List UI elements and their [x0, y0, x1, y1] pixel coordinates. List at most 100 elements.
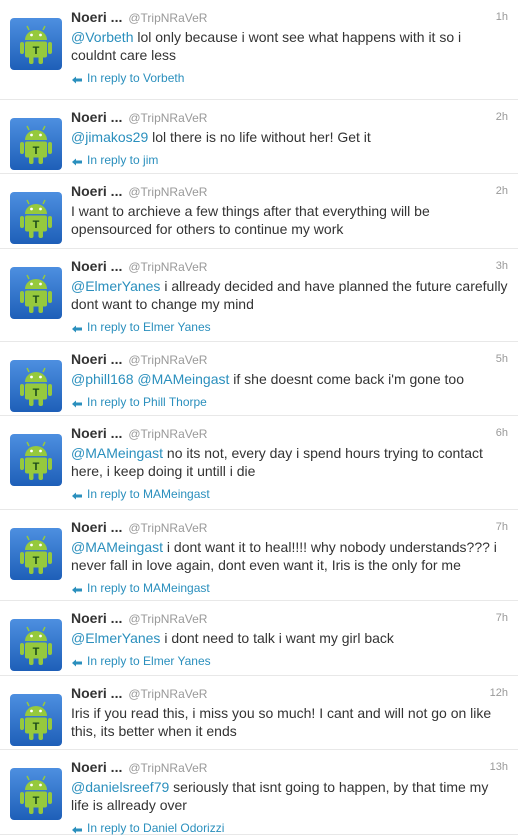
avatar[interactable]: T [10, 768, 62, 820]
timestamp[interactable]: 2h [496, 108, 508, 126]
tweet-item[interactable]: T Noeri ... @TripNRaVeR 13h @danielsreef79 s… [0, 750, 518, 835]
in-reply-to-link[interactable]: In reply to MAMeingast [71, 486, 508, 502]
tweet-header: Noeri ... @TripNRaVeR 7h [71, 609, 508, 627]
tweet-text: @MAMeingast i dont want it to heal!!!! w… [71, 538, 508, 574]
author-name[interactable]: Noeri ... [71, 183, 122, 199]
avatar[interactable]: T [10, 360, 62, 412]
author-name[interactable]: Noeri ... [71, 685, 122, 701]
avatar-letter: T [33, 145, 40, 157]
tweet-body: i dont need to talk i want my girl back [164, 630, 394, 646]
tweet-item[interactable]: T Noeri ... @TripNRaVeR 6h @MAMeingast no it… [0, 416, 518, 510]
mention-link[interactable]: @ElmerYanes [71, 278, 160, 294]
timestamp[interactable]: 2h [496, 182, 508, 200]
author-handle[interactable]: @TripNRaVeR [128, 11, 207, 25]
avatar-letter: T [33, 646, 40, 658]
reply-arrow-icon [72, 158, 82, 166]
tweet-header: Noeri ... @TripNRaVeR 5h [71, 350, 508, 368]
author-name[interactable]: Noeri ... [71, 519, 122, 535]
tweet-item[interactable]: T Noeri ... @TripNRaVeR 5h @phill168 @MAMein… [0, 342, 518, 416]
in-reply-to-link[interactable]: In reply to jim [71, 152, 508, 168]
in-reply-to-label[interactable]: In reply to Elmer Yanes [87, 319, 211, 335]
timestamp[interactable]: 7h [496, 609, 508, 627]
tweet-header: Noeri ... @TripNRaVeR 2h [71, 182, 508, 200]
in-reply-to-link[interactable]: In reply to Elmer Yanes [71, 319, 508, 335]
tweet-item[interactable]: T Noeri ... @TripNRaVeR 2h @jimakos29 lol th… [0, 100, 518, 174]
author-name[interactable]: Noeri ... [71, 258, 122, 274]
in-reply-to-label[interactable]: In reply to Daniel Odorizzi [87, 820, 224, 836]
tweet-item[interactable]: T Noeri ... @TripNRaVeR 2h I want to archiev… [0, 174, 518, 249]
author-handle[interactable]: @TripNRaVeR [128, 427, 207, 441]
author-name[interactable]: Noeri ... [71, 425, 122, 441]
timestamp[interactable]: 13h [490, 758, 508, 776]
tweet-item[interactable]: T Noeri ... @TripNRaVeR 12h Iris if you read… [0, 676, 518, 750]
mention-link[interactable]: @Vorbeth [71, 29, 133, 45]
author-handle[interactable]: @TripNRaVeR [128, 260, 207, 274]
avatar[interactable]: T [10, 118, 62, 170]
in-reply-to-label[interactable]: In reply to Phill Thorpe [87, 394, 207, 410]
tweet-content: Noeri ... @TripNRaVeR 13h @danielsreef79 se… [71, 758, 508, 836]
in-reply-to-link[interactable]: In reply to Daniel Odorizzi [71, 820, 508, 836]
timestamp[interactable]: 3h [496, 257, 508, 275]
tweet-item[interactable]: T Noeri ... @TripNRaVeR 7h @MAMeingast i don… [0, 510, 518, 601]
author-handle[interactable]: @TripNRaVeR [128, 185, 207, 199]
in-reply-to-link[interactable]: In reply to MAMeingast [71, 580, 508, 596]
avatar[interactable]: T [10, 619, 62, 671]
tweet-content: Noeri ... @TripNRaVeR 5h @phill168 @MAMeing… [71, 350, 508, 410]
tweet-item[interactable]: T Noeri ... @TripNRaVeR 3h @ElmerYanes i all… [0, 249, 518, 342]
reply-arrow-icon [72, 76, 82, 84]
tweet-text: @phill168 @MAMeingast if she doesnt come… [71, 370, 508, 388]
tweet-body: lol there is no life without her! Get it [152, 129, 371, 145]
author-handle[interactable]: @TripNRaVeR [128, 111, 207, 125]
in-reply-to-link[interactable]: In reply to Elmer Yanes [71, 653, 508, 669]
mention-link[interactable]: @MAMeingast [71, 445, 163, 461]
author-handle[interactable]: @TripNRaVeR [128, 761, 207, 775]
tweet-body: I want to archieve a few things after th… [71, 203, 430, 237]
avatar[interactable]: T [10, 192, 62, 244]
timestamp[interactable]: 6h [496, 424, 508, 442]
avatar[interactable]: T [10, 434, 62, 486]
avatar[interactable]: T [10, 267, 62, 319]
in-reply-to-label[interactable]: In reply to jim [87, 152, 158, 168]
author-name[interactable]: Noeri ... [71, 610, 122, 626]
tweet-text: @MAMeingast no its not, every day i spen… [71, 444, 508, 480]
mention-link[interactable]: @jimakos29 [71, 129, 148, 145]
reply-arrow-icon [72, 400, 82, 408]
mention-link[interactable]: @phill168 [71, 371, 133, 387]
timestamp[interactable]: 7h [496, 518, 508, 536]
timestamp[interactable]: 5h [496, 350, 508, 368]
reply-arrow-icon [72, 826, 82, 834]
author-name[interactable]: Noeri ... [71, 759, 122, 775]
tweet-item[interactable]: T Noeri ... @TripNRaVeR 7h @ElmerYanes i don… [0, 601, 518, 676]
author-name[interactable]: Noeri ... [71, 109, 122, 125]
author-handle[interactable]: @TripNRaVeR [128, 353, 207, 367]
avatar[interactable]: T [10, 18, 62, 70]
mention-link[interactable]: @danielsreef79 [71, 779, 169, 795]
avatar-letter: T [33, 555, 40, 567]
tweet-content: Noeri ... @TripNRaVeR 12h Iris if you read … [71, 684, 508, 740]
reply-arrow-icon [72, 492, 82, 500]
author-handle[interactable]: @TripNRaVeR [128, 687, 207, 701]
avatar[interactable]: T [10, 694, 62, 746]
reply-arrow-icon [72, 659, 82, 667]
author-name[interactable]: Noeri ... [71, 351, 122, 367]
tweet-header: Noeri ... @TripNRaVeR 2h [71, 108, 508, 126]
in-reply-to-label[interactable]: In reply to Elmer Yanes [87, 653, 211, 669]
tweet-item[interactable]: T Noeri ... @TripNRaVeR 1h @Vorbeth lol only… [0, 0, 518, 100]
tweet-header: Noeri ... @TripNRaVeR 13h [71, 758, 508, 776]
author-handle[interactable]: @TripNRaVeR [128, 521, 207, 535]
mention-link[interactable]: @MAMeingast [71, 539, 163, 555]
in-reply-to-label[interactable]: In reply to Vorbeth [87, 70, 184, 86]
avatar[interactable]: T [10, 528, 62, 580]
mention-link[interactable]: @MAMeingast [137, 371, 229, 387]
in-reply-to-link[interactable]: In reply to Phill Thorpe [71, 394, 508, 410]
in-reply-to-label[interactable]: In reply to MAMeingast [87, 580, 210, 596]
author-handle[interactable]: @TripNRaVeR [128, 612, 207, 626]
timestamp[interactable]: 12h [490, 684, 508, 702]
author-name[interactable]: Noeri ... [71, 9, 122, 25]
in-reply-to-label[interactable]: In reply to MAMeingast [87, 486, 210, 502]
timestamp[interactable]: 1h [496, 8, 508, 26]
in-reply-to-link[interactable]: In reply to Vorbeth [71, 70, 508, 86]
reply-arrow-icon [72, 586, 82, 594]
mention-link[interactable]: @ElmerYanes [71, 630, 160, 646]
avatar-letter: T [33, 45, 40, 57]
